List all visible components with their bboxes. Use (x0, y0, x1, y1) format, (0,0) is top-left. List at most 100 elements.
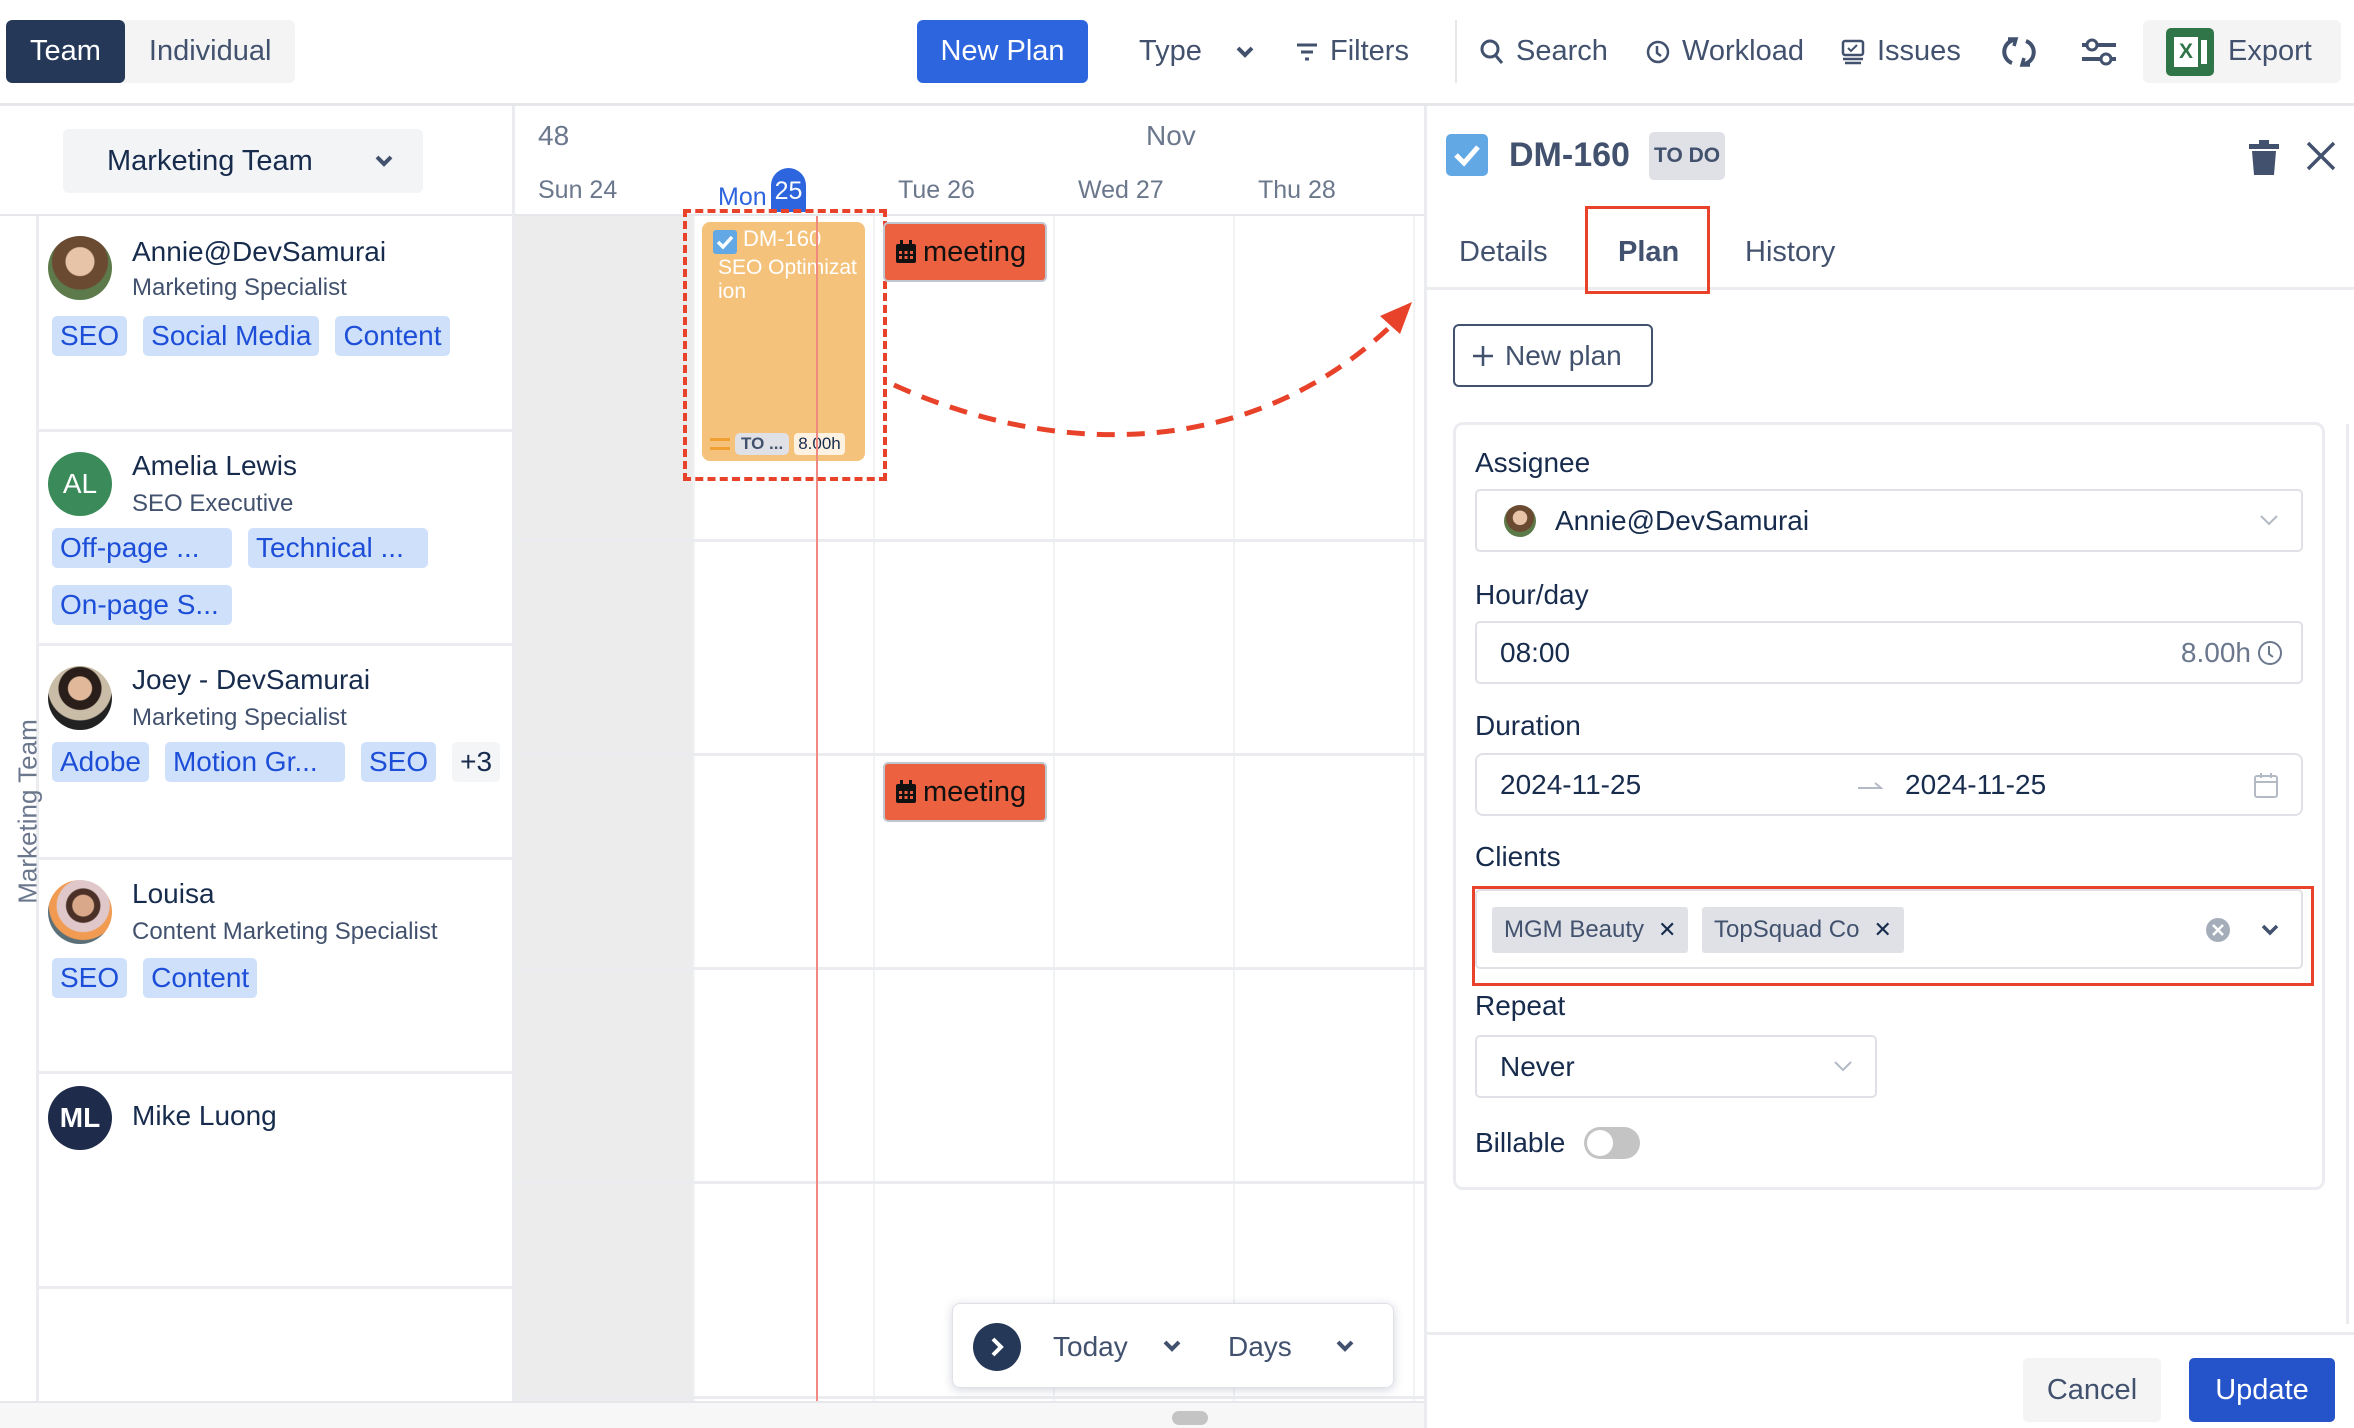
member-row[interactable]: Joey - DevSamurai Marketing Specialist A… (38, 646, 512, 860)
hourday-input[interactable]: 08:00 8.00h (1475, 621, 2303, 684)
chevron-down-icon (375, 155, 393, 167)
billable-label: Billable (1475, 1127, 1566, 1158)
issues-button[interactable]: Issues (1841, 20, 1961, 83)
chevron-down-icon[interactable] (1336, 1337, 1354, 1355)
arrow-right-icon (1858, 782, 1883, 789)
new-plan-button[interactable]: New plan (1453, 324, 1653, 387)
member-name: Mike Luong (132, 1100, 277, 1131)
search-label: Search (1516, 35, 1608, 67)
skill-tags: SEO Content (52, 958, 512, 998)
new-plan-button[interactable]: New Plan (917, 20, 1088, 83)
client-chip: MGM Beauty ✕ (1492, 907, 1689, 953)
today-dropdown[interactable]: Today (1053, 1304, 1128, 1389)
skill-tags: Adobe Motion Gr... SEO +3 (52, 742, 512, 782)
workload-button[interactable]: Workload (1646, 20, 1804, 83)
scrollbar-thumb[interactable] (1172, 1411, 1208, 1425)
skill-tag: Technical ... (248, 528, 428, 568)
row-divider (515, 753, 1424, 756)
member-list-panel: Marketing Team Marketing Team Annie@DevS… (0, 106, 512, 1401)
type-dropdown[interactable]: Type (1139, 20, 1254, 83)
annotation-arrow (892, 302, 1412, 438)
settings-sliders-button[interactable] (2080, 20, 2118, 83)
member-role: Marketing Specialist (132, 704, 347, 731)
repeat-select[interactable]: Never (1475, 1035, 1877, 1098)
client-chip: TopSquad Co ✕ (1702, 907, 1904, 953)
meeting-event[interactable]: meeting (883, 222, 1047, 282)
trash-icon[interactable] (2247, 140, 2281, 176)
clients-label: Clients (1475, 841, 1561, 872)
assignee-value: Annie@DevSamurai (1555, 505, 1810, 536)
clients-multiselect[interactable]: MGM Beauty ✕ TopSquad Co ✕ (1475, 889, 2303, 969)
cancel-button[interactable]: Cancel (2023, 1358, 2161, 1422)
skill-tag: SEO (52, 958, 128, 998)
workload-label: Workload (1682, 35, 1804, 67)
individual-view-button[interactable]: Individual (125, 20, 296, 83)
member-role: SEO Executive (132, 490, 294, 517)
meeting-event[interactable]: meeting (883, 762, 1047, 822)
next-button[interactable] (973, 1323, 1021, 1371)
export-button[interactable]: X Export (2143, 20, 2341, 83)
panel-scrollbar[interactable] (2346, 424, 2349, 1324)
issues-label: Issues (1877, 35, 1961, 67)
highlight-annotation (683, 209, 887, 481)
update-button[interactable]: Update (2189, 1358, 2335, 1422)
client-chip-label: TopSquad Co (1714, 916, 1860, 943)
member-row[interactable]: Annie@DevSamurai Marketing Specialist SE… (38, 216, 512, 432)
tab-details[interactable]: Details (1459, 214, 1548, 290)
duration-label: Duration (1475, 710, 1581, 741)
client-chip-label: MGM Beauty (1504, 916, 1645, 943)
date-navigator: Today Days (952, 1303, 1394, 1388)
day-header: Thu 28 (1258, 176, 1336, 204)
status-badge[interactable]: TO DO (1649, 132, 1726, 180)
clear-icon[interactable] (2205, 917, 2231, 943)
chevron-down-icon[interactable] (1163, 1337, 1181, 1355)
issue-key[interactable]: DM-160 (1509, 136, 1630, 175)
day-header: Sun 24 (538, 176, 618, 204)
tab-history[interactable]: History (1745, 214, 1835, 290)
calendar-icon (896, 780, 916, 803)
filters-button[interactable]: Filters (1296, 20, 1409, 83)
month-label: Nov (1146, 120, 1196, 151)
skill-tag: Off-page ... (52, 528, 232, 568)
row-divider (515, 1181, 1424, 1184)
remove-chip-icon[interactable]: ✕ (1658, 907, 1676, 953)
member-row[interactable]: AL Amelia Lewis SEO Executive Off-page .… (38, 432, 512, 646)
chevron-down-icon[interactable] (2261, 923, 2279, 937)
filters-label: Filters (1330, 35, 1409, 67)
billable-toggle[interactable] (1584, 1127, 1640, 1159)
detail-tabs: Details Plan History (1427, 214, 2354, 290)
skill-tag: SEO (52, 316, 128, 356)
skill-tag: SEO (360, 742, 437, 782)
assignee-select[interactable]: Annie@DevSamurai (1475, 489, 2303, 552)
skill-tag: Content (143, 958, 258, 998)
issue-detail-panel: DM-160 TO DO Details Plan History New pl… (1424, 106, 2354, 1428)
avatar-initials: ML (59, 1102, 101, 1133)
duration-range-picker[interactable]: 2024-11-25 2024-11-25 (1475, 753, 2303, 816)
member-row[interactable]: ML Mike Luong (38, 1074, 512, 1289)
assignee-label: Assignee (1475, 447, 1591, 478)
skill-tags: SEO Social Media Content (52, 316, 512, 356)
hourday-label: Hour/day (1475, 579, 1589, 610)
chevron-right-icon (991, 1337, 1004, 1357)
team-view-button[interactable]: Team (6, 20, 125, 83)
hourday-value: 08:00 (1500, 637, 1571, 668)
member-role: Content Marketing Specialist (132, 918, 438, 945)
refresh-button[interactable] (2002, 20, 2036, 83)
issues-icon (1841, 39, 1865, 64)
member-row[interactable]: Louisa Content Marketing Specialist SEO … (38, 860, 512, 1074)
more-tags-badge[interactable]: +3 (452, 742, 501, 782)
remove-chip-icon[interactable]: ✕ (1873, 907, 1891, 953)
avatar: AL (48, 452, 112, 516)
search-button[interactable]: Search (1480, 20, 1608, 83)
repeat-label: Repeat (1475, 990, 1566, 1021)
close-icon[interactable] (2305, 140, 2337, 172)
search-icon (1480, 39, 1504, 64)
unit-dropdown[interactable]: Days (1228, 1304, 1292, 1389)
team-select[interactable]: Marketing Team (63, 129, 423, 193)
sliders-icon (2082, 38, 2116, 65)
skill-tag: Motion Gr... (164, 742, 345, 782)
day-header-today: Mon 25 (718, 168, 807, 212)
avatar (48, 236, 112, 300)
avatar-initials: AL (62, 468, 98, 499)
horizontal-scrollbar[interactable] (0, 1401, 1424, 1428)
